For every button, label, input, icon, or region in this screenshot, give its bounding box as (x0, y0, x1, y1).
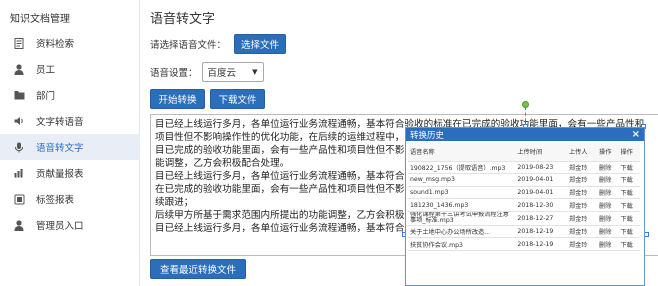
sidebar-item-resource-search[interactable]: 资料检索 (0, 30, 140, 56)
table-row: 关于土地中心办公场所改造... 2018-12-19 郑金玲 删除 下载 (408, 225, 640, 239)
sidebar-item-label: 语音转文字 (36, 143, 84, 154)
folder-icon (12, 88, 26, 102)
column-header: 上传人 (566, 143, 598, 162)
download-link[interactable]: 下载 (618, 161, 640, 175)
sidebar-title: 知识文档管理 (10, 14, 70, 25)
table-header-row: 语音名称 上传时间 上传人 操作 操作 (408, 143, 640, 162)
file-name-cell: sound1.mp3 (408, 186, 516, 200)
uploader-cell: 郑金玲 (566, 173, 598, 187)
file-name-cell: new_msg.mp3 (408, 173, 516, 187)
table-row: 181230_1436.mp3 2018-12-30 郑金玲 删除 下载 (408, 198, 640, 212)
sidebar-item-employees[interactable]: 员工 (0, 56, 140, 82)
upload-date-cell: 2019-04-01 (515, 186, 567, 200)
upload-date-cell: 2018-12-19 (515, 225, 567, 239)
delete-link[interactable]: 删除 (597, 211, 619, 226)
delete-link[interactable]: 删除 (597, 161, 619, 175)
file-name-cell: 强化课程第十三讲考试申报流程注意事项_标准.mp3 (408, 211, 516, 226)
table-row: new_msg.mp3 2019-04-01 郑金玲 删除 下载 (408, 173, 640, 187)
sidebar-item-label: 部门 (36, 91, 56, 102)
download-file-button[interactable]: 下载文件 (210, 89, 265, 109)
choose-file-label: 请选择语音文件： (150, 40, 227, 51)
start-convert-button[interactable]: 开始转换 (150, 89, 205, 109)
history-table: 语音名称 上传时间 上传人 操作 操作 190822_1756（提取语音）.mp… (408, 143, 640, 252)
conversion-history-dialog: 转换历史 × 语音名称 上传时间 上传人 操作 操作 190822_1756（提… (405, 127, 645, 286)
voice-setting-select[interactable]: 百度云 ▼ (201, 62, 264, 82)
uploader-cell: 郑金玲 (566, 186, 598, 200)
column-header: 语音名称 (408, 143, 516, 162)
action-row: 开始转换 下载文件 (150, 89, 265, 109)
sidebar-item-contribution-report[interactable]: 贡献量报表 (0, 160, 140, 186)
sidebar-item-label: 资料检索 (36, 39, 75, 50)
upload-date-cell: 2018-12-19 (515, 237, 567, 252)
choose-file-button[interactable]: 选择文件 (234, 34, 287, 54)
sidebar-item-label: 员工 (36, 65, 56, 76)
history-table-wrap: 语音名称 上传时间 上传人 操作 操作 190822_1756（提取语音）.mp… (408, 143, 642, 285)
download-link[interactable]: 下载 (618, 237, 640, 252)
recent-files-button[interactable]: 查看最近转换文件 (150, 259, 246, 279)
delete-link[interactable]: 删除 (597, 225, 619, 239)
user-icon (12, 62, 26, 76)
table-row: sound1.mp3 2019-04-01 郑金玲 删除 下载 (408, 186, 640, 200)
uploader-cell: 郑金玲 (566, 211, 598, 226)
sidebar-nav: 资料检索 员工 部门 文字转语音 语音转文字 贡献量报表 标签报表 管理员入口 (0, 30, 140, 238)
delete-link[interactable]: 删除 (597, 173, 619, 187)
dialog-title: 转换历史 (410, 130, 445, 141)
speaker-icon (12, 114, 26, 128)
delete-link[interactable]: 删除 (597, 186, 619, 200)
chart-icon (12, 166, 26, 180)
column-header: 上传时间 (515, 143, 567, 162)
download-link[interactable]: 下载 (618, 211, 640, 226)
sidebar-item-admin-entry[interactable]: 管理员入口 (0, 212, 140, 238)
table-row: 强化课程第十三讲考试申报流程注意事项_标准.mp3 2018-12-27 郑金玲… (408, 211, 640, 226)
sidebar-item-speech-to-text[interactable]: 语音转文字 (0, 134, 140, 160)
file-name-cell: 190822_1756（提取语音）.mp3 (408, 161, 516, 175)
download-link[interactable]: 下载 (618, 225, 640, 239)
sidebar-item-label: 贡献量报表 (36, 169, 84, 180)
sidebar-item-label: 管理员入口 (36, 221, 84, 232)
sidebar-item-label: 文字转语音 (36, 117, 84, 128)
table-row: 190822_1756（提取语音）.mp3 2019-08-23 郑金玲 删除 … (408, 161, 640, 175)
upload-date-cell: 2019-08-23 (515, 161, 567, 175)
download-link[interactable]: 下载 (618, 173, 640, 187)
upload-date-cell: 2018-12-27 (515, 211, 567, 226)
file-name-cell: 关于土地中心办公场所改造... (408, 225, 516, 239)
file-select-row: 请选择语音文件： 选择文件 (150, 34, 287, 54)
voice-setting-value: 百度云 (207, 68, 237, 79)
upload-date-cell: 2019-04-01 (515, 173, 567, 187)
download-link[interactable]: 下载 (618, 186, 640, 200)
sidebar-item-text-to-speech[interactable]: 文字转语音 (0, 108, 140, 134)
voice-setting-row: 语音设置： 百度云 ▼ (150, 62, 264, 82)
table-row: 扶贫协作会议.mp3 2018-12-19 郑金玲 删除 下载 (408, 237, 640, 252)
upload-date-cell: 2018-12-30 (515, 198, 567, 212)
delete-link[interactable]: 删除 (597, 237, 619, 252)
delete-link[interactable]: 删除 (597, 198, 619, 212)
uploader-cell: 郑金玲 (566, 225, 598, 239)
uploader-cell: 郑金玲 (566, 237, 598, 252)
document-icon (12, 36, 26, 50)
column-header: 操作 (618, 143, 640, 162)
tag-icon (12, 192, 26, 206)
rotate-handle[interactable] (522, 101, 529, 108)
admin-icon (12, 218, 26, 232)
column-header: 操作 (597, 143, 619, 162)
sidebar: 知识文档管理 资料检索 员工 部门 文字转语音 语音转文字 贡献量报表 标签报表… (0, 0, 140, 286)
microphone-icon (12, 140, 26, 154)
close-icon[interactable]: × (632, 129, 640, 140)
sidebar-item-tag-report[interactable]: 标签报表 (0, 186, 140, 212)
download-link[interactable]: 下载 (618, 198, 640, 212)
voice-setting-label: 语音设置： (150, 68, 198, 79)
dialog-header: 转换历史 × (406, 128, 644, 141)
sidebar-item-departments[interactable]: 部门 (0, 82, 140, 108)
uploader-cell: 郑金玲 (566, 161, 598, 175)
caret-down-icon: ▼ (252, 68, 258, 76)
uploader-cell: 郑金玲 (566, 198, 598, 212)
file-name-cell: 扶贫协作会议.mp3 (408, 237, 516, 252)
sidebar-item-label: 标签报表 (36, 195, 75, 206)
page-title: 语音转文字 (150, 12, 216, 27)
file-name-cell: 181230_1436.mp3 (408, 198, 516, 212)
